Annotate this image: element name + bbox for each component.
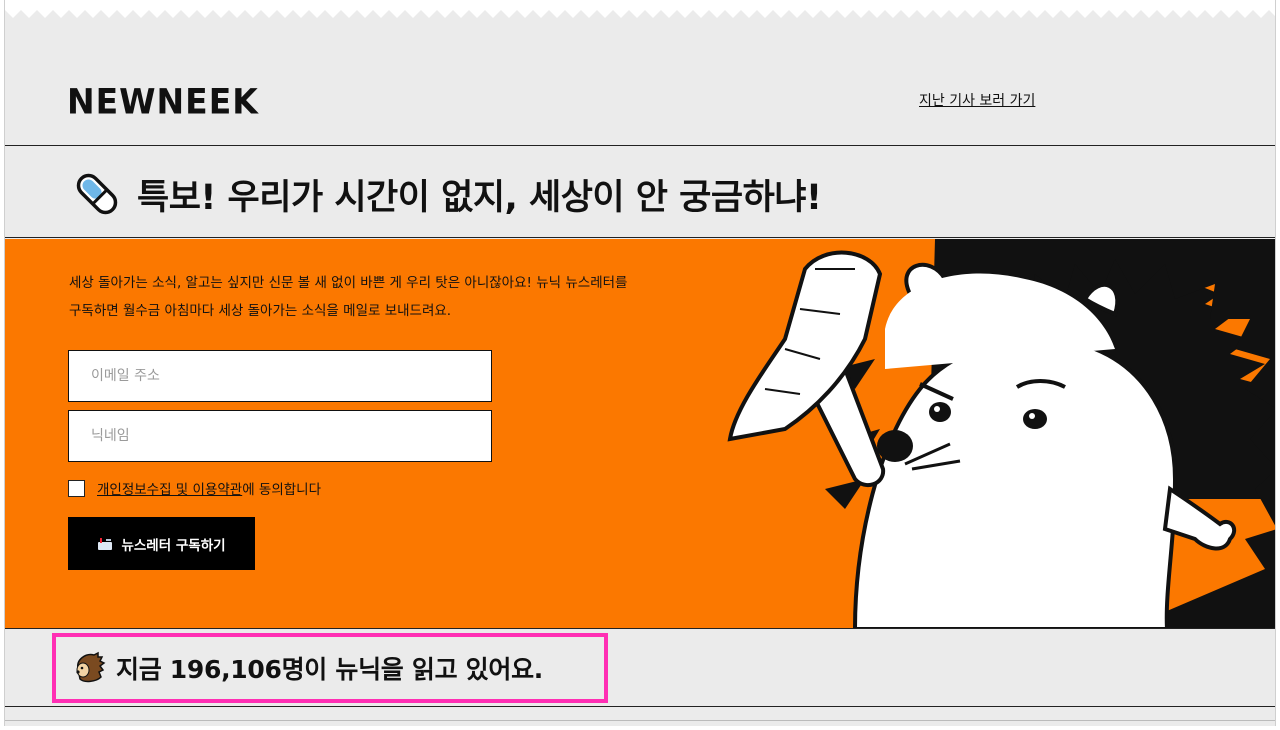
headline-text: 특보! 우리가 시간이 없지, 세상이 안 궁금하냐! bbox=[137, 177, 822, 218]
pill-icon bbox=[76, 173, 118, 215]
agree-checkbox[interactable] bbox=[68, 479, 85, 497]
subscribe-button-label: 뉴스레터 구독하기 bbox=[121, 537, 226, 554]
divider bbox=[5, 720, 1275, 721]
hedgehog-illustration bbox=[727, 239, 1275, 628]
mailbox-icon bbox=[98, 537, 113, 550]
intro-line-2: 구독하면 월수금 아침마다 세상 돌아가는 소식을 메일로 보내드려요. bbox=[69, 303, 452, 319]
nickname-input[interactable] bbox=[68, 410, 492, 462]
terms-link[interactable]: 개인정보수집 및 이용약관 bbox=[97, 482, 242, 498]
page: NEWNEEK 지난 기사 보러 가기 특보! 우리가 시간이 없지, 세상이 … bbox=[4, 0, 1276, 726]
reader-count-text: 지금 196,106명이 뉴닉을 읽고 있어요. bbox=[116, 655, 543, 684]
intro-line-1: 세상 돌아가는 소식, 알고는 싶지만 신문 볼 새 없이 바쁜 게 우리 탓은… bbox=[69, 275, 628, 291]
past-articles-link[interactable]: 지난 기사 보러 가기 bbox=[919, 90, 1035, 110]
hero-section: 세상 돌아가는 소식, 알고는 싶지만 신문 볼 새 없이 바쁜 게 우리 탓은… bbox=[5, 239, 1275, 629]
counter-band: 지금 196,106명이 뉴닉을 읽고 있어요. bbox=[5, 630, 1275, 706]
subscribe-button[interactable]: 뉴스레터 구독하기 bbox=[68, 517, 255, 570]
site-header: NEWNEEK 지난 기사 보러 가기 bbox=[5, 0, 1275, 146]
agree-suffix: 에 동의합니다 bbox=[242, 482, 322, 498]
agree-row: 개인정보수집 및 이용약관에 동의합니다 bbox=[68, 478, 321, 498]
intro-text: 세상 돌아가는 소식, 알고는 싶지만 신문 볼 새 없이 바쁜 게 우리 탓은… bbox=[69, 269, 669, 325]
headline: 특보! 우리가 시간이 없지, 세상이 안 궁금하냐! bbox=[71, 164, 822, 224]
newneek-logo[interactable]: NEWNEEK bbox=[67, 81, 259, 122]
reader-count-box: 지금 196,106명이 뉴닉을 읽고 있어요. bbox=[52, 633, 608, 703]
divider bbox=[5, 706, 1275, 707]
hedgehog-icon bbox=[76, 651, 106, 683]
email-input[interactable] bbox=[68, 350, 492, 402]
agree-label: 개인정보수집 및 이용약관에 동의합니다 bbox=[97, 478, 321, 498]
